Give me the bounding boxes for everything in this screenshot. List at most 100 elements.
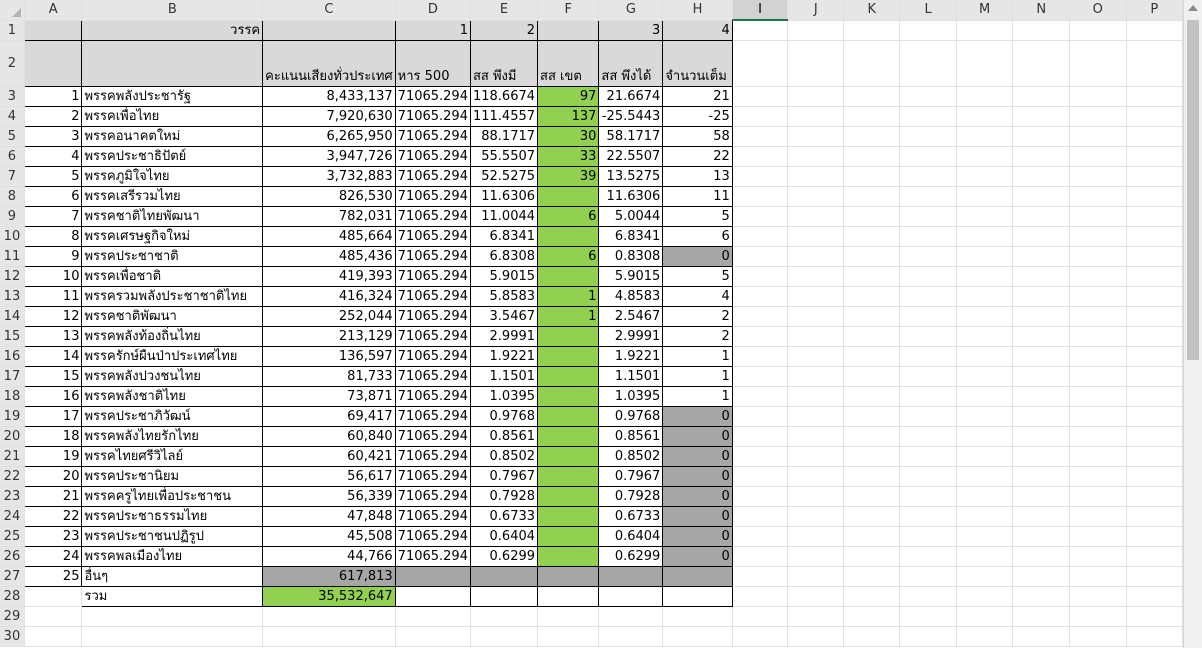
cell-empty[interactable] — [1012, 20, 1070, 41]
cell-empty[interactable] — [787, 306, 845, 327]
party-integer[interactable]: 11 — [662, 185, 733, 207]
cell-empty[interactable] — [899, 20, 957, 41]
cell-empty[interactable] — [787, 346, 845, 367]
column-header-b[interactable]: B — [81, 0, 264, 21]
cell-empty[interactable] — [1069, 126, 1127, 147]
cell-empty[interactable] — [395, 606, 471, 627]
cell-empty[interactable] — [732, 166, 789, 187]
party-votes[interactable]: 419,393 — [262, 265, 396, 287]
party-mp-should-have[interactable]: 6.8341 — [469, 225, 539, 247]
cell-empty[interactable] — [1069, 626, 1127, 647]
cell-empty[interactable] — [1126, 106, 1183, 127]
cell-d28[interactable] — [394, 585, 471, 607]
cell-empty[interactable] — [732, 586, 789, 607]
party-mp-should-get[interactable]: -25.5443 — [598, 105, 664, 127]
cell-empty[interactable] — [843, 506, 901, 527]
party-mp-should-get[interactable]: 0.6299 — [598, 545, 664, 567]
cell-empty[interactable] — [787, 20, 845, 41]
row-header-26[interactable]: 26 — [0, 546, 25, 567]
party-name[interactable]: พรรคประชาธิปัตย์ — [81, 145, 264, 167]
cell-empty[interactable] — [787, 526, 845, 547]
cell-empty[interactable] — [787, 506, 845, 527]
party-mp-should-get[interactable]: 4.8583 — [598, 285, 664, 307]
column-header-e[interactable]: E — [470, 0, 539, 21]
cell-empty[interactable] — [1069, 246, 1127, 267]
party-quota[interactable]: 71065.294 — [394, 345, 471, 367]
cell-empty[interactable] — [843, 406, 901, 427]
row-header-3[interactable]: 3 — [0, 86, 25, 107]
cell-empty[interactable] — [470, 626, 539, 647]
cell-empty[interactable] — [787, 40, 845, 87]
party-integer[interactable]: 4 — [662, 285, 733, 307]
party-mp-should-get[interactable]: 6.8341 — [598, 225, 664, 247]
cell-empty[interactable] — [1069, 106, 1127, 127]
party-votes[interactable]: 60,421 — [262, 445, 396, 467]
cell-empty[interactable] — [1012, 166, 1070, 187]
row-header-7[interactable]: 7 — [0, 166, 25, 187]
party-number[interactable]: 10 — [23, 265, 83, 287]
cell-empty[interactable] — [1069, 226, 1127, 247]
party-quota[interactable]: 71065.294 — [394, 365, 471, 387]
cell-empty[interactable] — [899, 266, 957, 287]
party-mp-should-get[interactable]: 1.0395 — [598, 385, 664, 407]
party-mp-should-have[interactable]: 5.9015 — [469, 265, 539, 287]
party-mp-should-get[interactable]: 0.8561 — [598, 425, 664, 447]
cell-empty[interactable] — [956, 40, 1014, 87]
cell-empty[interactable] — [1069, 426, 1127, 447]
party-votes[interactable]: 485,436 — [262, 245, 396, 267]
cell-empty[interactable] — [537, 626, 600, 647]
party-integer[interactable]: 0 — [662, 465, 733, 487]
party-district-mp[interactable]: 97 — [537, 85, 600, 107]
party-name[interactable]: พรรคเพื่อชาติ — [81, 265, 264, 287]
cell-empty[interactable] — [787, 626, 845, 647]
cell-empty[interactable] — [1126, 606, 1183, 627]
party-district-mp[interactable] — [537, 265, 600, 287]
party-name[interactable]: พรรคภูมิใจไทย — [81, 165, 264, 187]
cell-e27[interactable] — [469, 565, 539, 587]
header-district-mp[interactable]: สส เขต — [537, 39, 600, 87]
cell-empty[interactable] — [787, 586, 845, 607]
cell-empty[interactable] — [899, 326, 957, 347]
cell-empty[interactable] — [732, 20, 789, 41]
cell-empty[interactable] — [956, 186, 1014, 207]
row-header-17[interactable]: 17 — [0, 366, 25, 387]
row-header-11[interactable]: 11 — [0, 246, 25, 267]
row-header-18[interactable]: 18 — [0, 386, 25, 407]
party-mp-should-get[interactable]: 0.8308 — [598, 245, 664, 267]
party-district-mp[interactable] — [537, 365, 600, 387]
party-number[interactable]: 11 — [23, 285, 83, 307]
party-mp-should-get[interactable]: 0.6733 — [598, 505, 664, 527]
party-quota[interactable]: 71065.294 — [394, 185, 471, 207]
cell-empty[interactable] — [787, 566, 845, 587]
party-district-mp[interactable] — [537, 525, 600, 547]
cell-empty[interactable] — [732, 286, 789, 307]
party-mp-should-have[interactable]: 3.5467 — [469, 305, 539, 327]
cell-empty[interactable] — [787, 166, 845, 187]
cell-empty[interactable] — [732, 106, 789, 127]
cell-empty[interactable] — [732, 626, 789, 647]
column-header-c[interactable]: C — [262, 0, 396, 21]
row-header-6[interactable]: 6 — [0, 146, 25, 167]
party-quota[interactable]: 71065.294 — [394, 325, 471, 347]
column-header-l[interactable]: L — [899, 0, 957, 21]
cell-empty[interactable] — [1012, 106, 1070, 127]
cell-empty[interactable] — [537, 606, 600, 627]
cell-empty[interactable] — [956, 386, 1014, 407]
cell-b2[interactable] — [81, 39, 264, 87]
party-integer[interactable]: 13 — [662, 165, 733, 187]
cell-empty[interactable] — [843, 366, 901, 387]
party-integer[interactable]: 0 — [662, 245, 733, 267]
party-mp-should-get[interactable]: 2.5467 — [598, 305, 664, 327]
party-quota[interactable]: 71065.294 — [394, 525, 471, 547]
cell-b1[interactable]: วรรค — [81, 19, 264, 41]
party-quota[interactable]: 71065.294 — [394, 205, 471, 227]
cell-empty[interactable] — [732, 546, 789, 567]
cell-empty[interactable] — [1069, 346, 1127, 367]
cell-empty[interactable] — [843, 466, 901, 487]
cell-empty[interactable] — [1126, 20, 1183, 41]
party-votes[interactable]: 45,508 — [262, 525, 396, 547]
party-votes[interactable]: 56,339 — [262, 485, 396, 507]
party-district-mp[interactable] — [537, 225, 600, 247]
party-number[interactable]: 3 — [23, 125, 83, 147]
party-name[interactable]: พรรคพลังไทยรักไทย — [81, 425, 264, 447]
